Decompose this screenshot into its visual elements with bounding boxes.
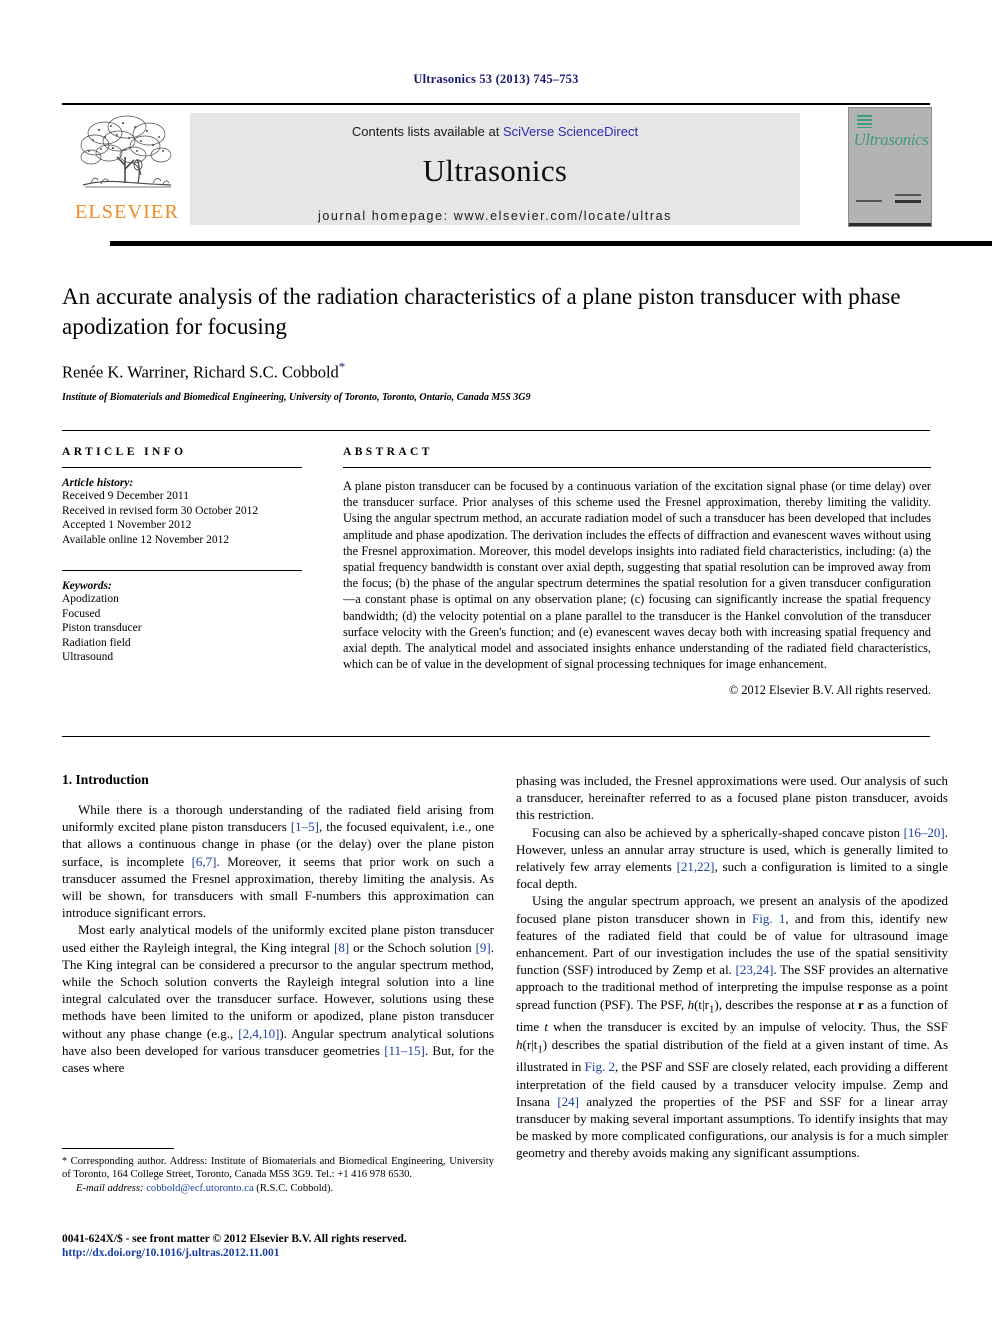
corresponding-author-footnote: * Corresponding author. Address: Institu…	[62, 1155, 494, 1182]
email-footnote: E-mail address: cobbold@ecf.utoronto.ca …	[62, 1182, 494, 1195]
text-run: when the transducer is excited by an imp…	[547, 1019, 949, 1035]
author-names: Renée K. Warriner, Richard S.C. Cobbold	[62, 362, 339, 382]
math-run: (r|t	[522, 1036, 538, 1052]
page-title: An accurate analysis of the radiation ch…	[62, 284, 901, 339]
history-available-online: Available online 12 November 2012	[62, 533, 230, 546]
history-received: Received 9 December 2011	[62, 490, 189, 502]
author-list: Renée K. Warriner, Richard S.C. Cobbold*	[62, 359, 930, 383]
journal-title: Ultrasonics	[422, 153, 568, 188]
figure-reference-link[interactable]: Fig. 1	[752, 911, 785, 926]
footnote-block: * Corresponding author. Address: Institu…	[62, 1148, 494, 1195]
citation-link[interactable]: [23,24]	[735, 962, 773, 977]
email-link[interactable]: cobbold@ecf.utoronto.ca	[146, 1183, 253, 1194]
page-footer: 0041-624X/$ - see front matter © 2012 El…	[62, 1232, 622, 1260]
journal-masthead: ELSEVIER Contents lists available at Sci…	[62, 103, 992, 246]
elsevier-tree-icon	[80, 115, 172, 188]
article-history-label: Article history:	[62, 477, 134, 489]
paragraph-left-1: While there is a thorough understanding …	[62, 801, 494, 921]
body-column-right: phasing was included, the Fresnel approx…	[516, 772, 948, 1162]
abstract-copyright: © 2012 Elsevier B.V. All rights reserved…	[728, 683, 931, 698]
info-section-bottom-rule	[62, 736, 930, 737]
abstract-column: ABSTRACT A plane piston transducer can b…	[343, 446, 931, 698]
cover-publisher-mark	[857, 115, 872, 128]
keyword-item: Apodization	[62, 593, 119, 605]
issn-copyright-line: 0041-624X/$ - see front matter © 2012 El…	[62, 1233, 407, 1245]
article-info-rule	[62, 467, 302, 468]
journal-banner: Contents lists available at SciVerse Sci…	[190, 113, 800, 225]
keyword-item: Ultrasound	[62, 651, 114, 663]
history-revised: Received in revised form 30 October 2012	[62, 504, 259, 517]
journal-cover-thumbnail: Ultrasonics	[848, 107, 932, 227]
keyword-item: Focused	[62, 607, 101, 620]
cover-bar-right-upper	[895, 194, 921, 196]
cover-title-script: Ultrasonics	[853, 130, 929, 149]
text-run: Corresponding author. Address: Institute…	[62, 1156, 494, 1181]
citation-link[interactable]: [8]	[334, 940, 349, 955]
citation-link[interactable]: [21,22]	[677, 859, 715, 874]
contents-prefix: Contents lists available at	[351, 124, 503, 139]
citation-link[interactable]: [11–15]	[384, 1043, 425, 1058]
cover-bar-left	[856, 200, 882, 202]
citation-link[interactable]: [9]	[476, 940, 491, 955]
body-column-left: 1. Introduction While there is a thoroug…	[62, 772, 494, 1076]
masthead-bottom-rule	[110, 241, 992, 246]
text-run: describes the response at	[725, 996, 858, 1012]
paragraph-right-1: phasing was included, the Fresnel approx…	[516, 773, 948, 823]
elsevier-wordmark: ELSEVIER	[74, 201, 180, 223]
text-run: or the Schoch solution	[349, 939, 476, 955]
citation-link[interactable]: [1–5]	[291, 819, 319, 834]
info-section-top-rule	[62, 430, 930, 431]
abstract-text: A plane piston transducer can be focused…	[343, 479, 931, 672]
footnote-rule	[62, 1148, 174, 1149]
math-run: ),	[714, 996, 726, 1012]
keywords-rule	[62, 570, 302, 571]
journal-homepage-link[interactable]: journal homepage: www.elsevier.com/locat…	[190, 189, 800, 223]
section-heading-introduction: 1. Introduction	[62, 772, 149, 787]
keyword-item: Piston transducer	[62, 622, 142, 634]
figure-reference-link[interactable]: Fig. 2	[585, 1059, 615, 1074]
affiliation: Institute of Biomaterials and Biomedical…	[62, 391, 531, 403]
text-run: (R.S.C. Cobbold).	[253, 1182, 334, 1194]
masthead-top-rule	[62, 103, 930, 105]
title-block: An accurate analysis of the radiation ch…	[62, 282, 930, 403]
math-run: (t|r	[694, 996, 709, 1012]
sciencedirect-link[interactable]: SciVerse ScienceDirect	[503, 124, 638, 139]
elsevier-logo: ELSEVIER	[68, 111, 186, 231]
paragraph-right-2: Focusing can also be achieved by a spher…	[516, 824, 948, 893]
text-run: analyzed the properties of the PSF and S…	[516, 1093, 948, 1161]
cover-bar-right-lower	[895, 200, 921, 203]
text-run: Focusing can also be achieved by a spher…	[532, 824, 904, 840]
journal-article-page: Ultrasonics 53 (2013) 745–753 ELSEVIER C…	[0, 0, 992, 1323]
citation-link[interactable]: [6,7]	[192, 854, 217, 869]
citation-link[interactable]: [24]	[557, 1094, 579, 1109]
paragraph-left-2: Most early analytical models of the unif…	[62, 921, 494, 1076]
abstract-rule	[343, 467, 931, 468]
corresponding-author-marker: *	[338, 359, 346, 374]
citation-link[interactable]: [16–20]	[904, 825, 945, 840]
keyword-item: Radiation field	[62, 636, 131, 649]
article-info-heading: ARTICLE INFO	[62, 446, 187, 458]
cover-bottom-rule	[849, 223, 931, 226]
doi-link[interactable]: http://dx.doi.org/10.1016/j.ultras.2012.…	[62, 1246, 622, 1260]
contents-lists-line: Contents lists available at SciVerse Sci…	[190, 113, 800, 139]
running-head: Ultrasonics 53 (2013) 745–753	[413, 72, 579, 86]
article-info-column: ARTICLE INFO Article history: Received 9…	[62, 446, 302, 665]
history-accepted: Accepted 1 November 2012	[62, 519, 192, 531]
paragraph-right-3: Using the angular spectrum approach, we …	[516, 892, 948, 1161]
abstract-heading: ABSTRACT	[343, 446, 433, 458]
email-label: E-mail address:	[76, 1182, 144, 1194]
citation-link[interactable]: [2,4,10]	[238, 1026, 279, 1041]
keywords-label: Keywords:	[62, 580, 112, 592]
math-run: )	[542, 1036, 552, 1052]
